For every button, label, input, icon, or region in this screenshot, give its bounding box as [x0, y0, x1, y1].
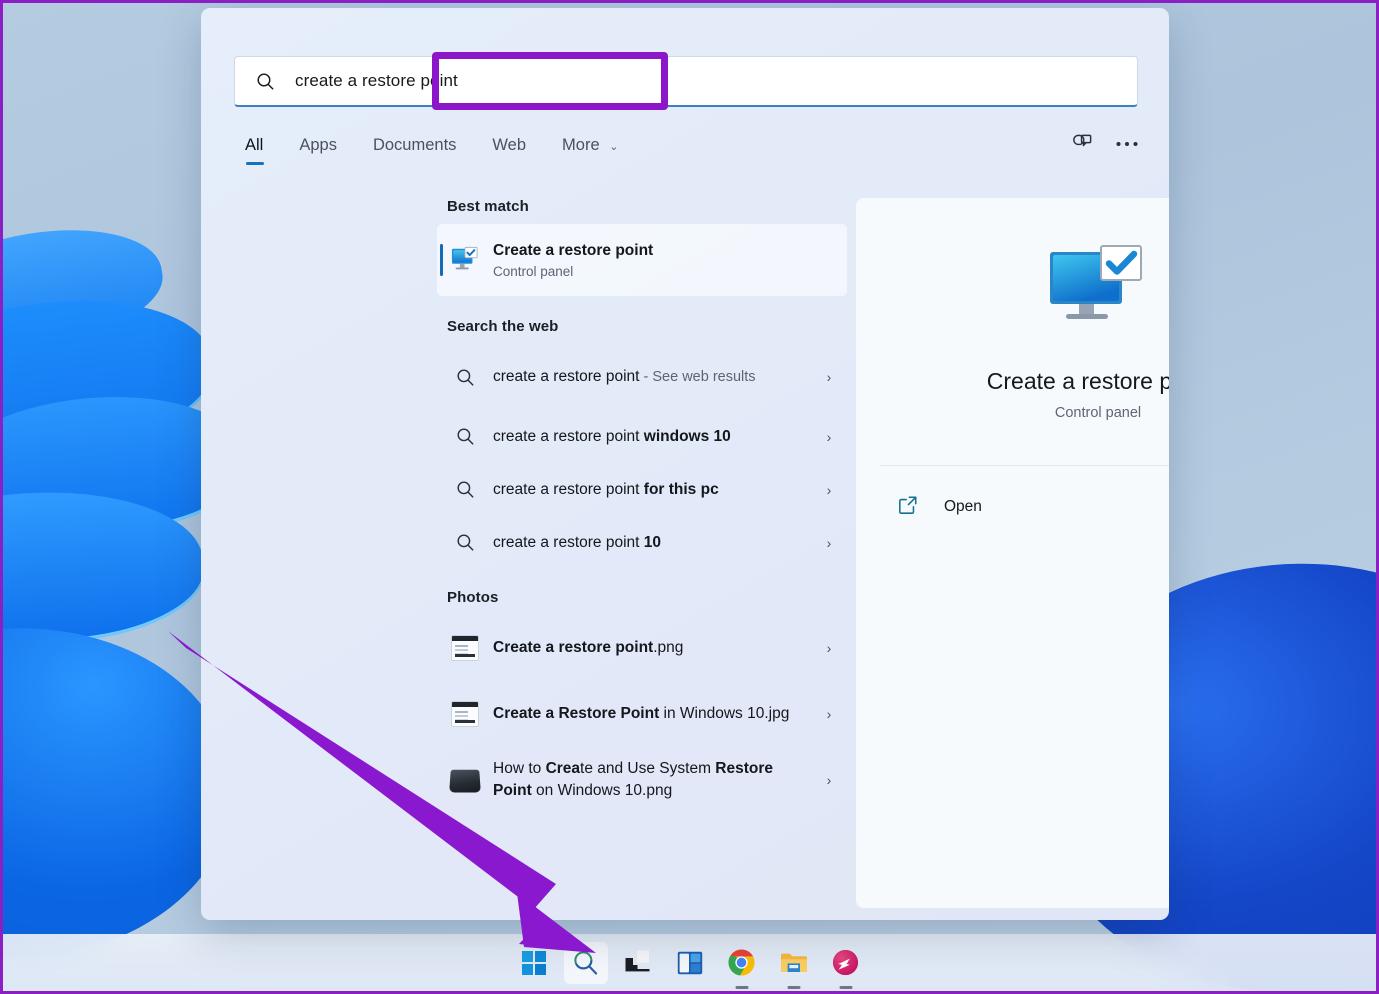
detail-preview-panel: Create a restore point Control panel Ope…	[856, 198, 1169, 908]
section-heading-best-match: Best match	[447, 198, 847, 215]
photo-thumbnail	[437, 635, 493, 661]
web-results-group: create a restore point - See web results…	[437, 344, 847, 569]
restore-point-icon-large	[1046, 242, 1150, 334]
task-view-button[interactable]	[616, 942, 660, 984]
tab-apps-label: Apps	[299, 136, 337, 154]
section-heading-search-the-web: Search the web	[447, 318, 847, 335]
photo-result-label: Create a restore point.png	[493, 637, 815, 659]
chrome-button[interactable]	[720, 942, 764, 984]
detail-divider	[880, 465, 1169, 466]
search-toolbar-actions	[1071, 134, 1139, 154]
chevron-right-icon: ›	[815, 640, 843, 656]
search-icon	[437, 480, 493, 499]
web-result-row[interactable]: create a restore point - See web results…	[437, 344, 847, 410]
open-external-icon	[898, 495, 918, 520]
search-filter-tabs: All Apps Documents Web More ⌄	[245, 136, 1139, 180]
taskbar-running-indicator	[735, 986, 748, 989]
laptop-thumbnail	[437, 769, 493, 792]
tab-web-label: Web	[492, 136, 526, 154]
app-button[interactable]	[824, 942, 868, 984]
tab-more-label: More	[562, 136, 600, 154]
section-heading-photos: Photos	[447, 589, 847, 606]
search-results-list: Best match Create a restore point Cont	[437, 198, 847, 908]
chevron-right-icon: ›	[815, 772, 843, 788]
photo-results-group: Create a restore point.png›Create a Rest…	[437, 615, 847, 813]
chevron-right-icon: ›	[815, 535, 843, 551]
search-input[interactable]	[295, 71, 1137, 91]
web-result-label: create a restore point for this pc	[493, 479, 815, 501]
photo-result-label: How to Create and Use System Restore Poi…	[493, 758, 815, 802]
chevron-right-icon: ›	[815, 482, 843, 498]
more-options-icon[interactable]	[1115, 140, 1139, 148]
photo-result-row[interactable]: Create a Restore Point in Windows 10.jpg…	[437, 681, 847, 747]
web-result-row[interactable]: create a restore point windows 10›	[437, 410, 847, 463]
best-match-item[interactable]: Create a restore point Control panel	[437, 224, 847, 296]
search-icon	[437, 427, 493, 446]
detail-title: Create a restore point	[856, 368, 1169, 395]
open-label: Open	[944, 498, 982, 516]
tab-all-label: All	[245, 136, 263, 154]
file-explorer-button[interactable]	[772, 942, 816, 984]
tab-documents-label: Documents	[373, 136, 456, 154]
taskbar-running-indicator	[787, 986, 800, 989]
search-icon	[437, 368, 493, 387]
taskbar-running-indicator	[839, 986, 852, 989]
photo-thumbnail	[437, 701, 493, 727]
tab-all[interactable]: All	[245, 136, 263, 165]
tab-documents[interactable]: Documents	[373, 136, 456, 165]
web-result-label: create a restore point 10	[493, 532, 815, 554]
search-icon	[235, 72, 295, 91]
chevron-right-icon: ›	[815, 706, 843, 722]
tab-web[interactable]: Web	[492, 136, 526, 165]
chevron-down-icon: ⌄	[609, 141, 618, 153]
detail-subtitle: Control panel	[856, 405, 1169, 421]
web-result-label: create a restore point windows 10	[493, 426, 815, 448]
feedback-icon[interactable]	[1071, 134, 1093, 154]
taskbar	[3, 934, 1376, 991]
web-result-row[interactable]: create a restore point 10›	[437, 516, 847, 569]
search-bar[interactable]	[234, 56, 1138, 107]
best-match-title: Create a restore point	[493, 241, 653, 261]
web-result-label: create a restore point - See web results	[493, 366, 815, 388]
start-button[interactable]	[512, 942, 556, 984]
tab-more[interactable]: More ⌄	[562, 136, 618, 165]
search-flyout: All Apps Documents Web More ⌄ Best match	[201, 8, 1169, 920]
best-match-subtitle: Control panel	[493, 264, 653, 279]
photo-result-label: Create a Restore Point in Windows 10.jpg	[493, 703, 815, 725]
photo-result-row[interactable]: Create a restore point.png›	[437, 615, 847, 681]
chevron-right-icon: ›	[815, 369, 843, 385]
widgets-button[interactable]	[668, 942, 712, 984]
tab-apps[interactable]: Apps	[299, 136, 337, 165]
web-result-row[interactable]: create a restore point for this pc›	[437, 463, 847, 516]
photo-result-row[interactable]: How to Create and Use System Restore Poi…	[437, 747, 847, 813]
restore-point-icon	[437, 246, 493, 274]
open-button[interactable]: Open	[874, 484, 1169, 530]
search-button[interactable]	[564, 942, 608, 984]
chevron-right-icon: ›	[815, 429, 843, 445]
search-icon	[437, 533, 493, 552]
